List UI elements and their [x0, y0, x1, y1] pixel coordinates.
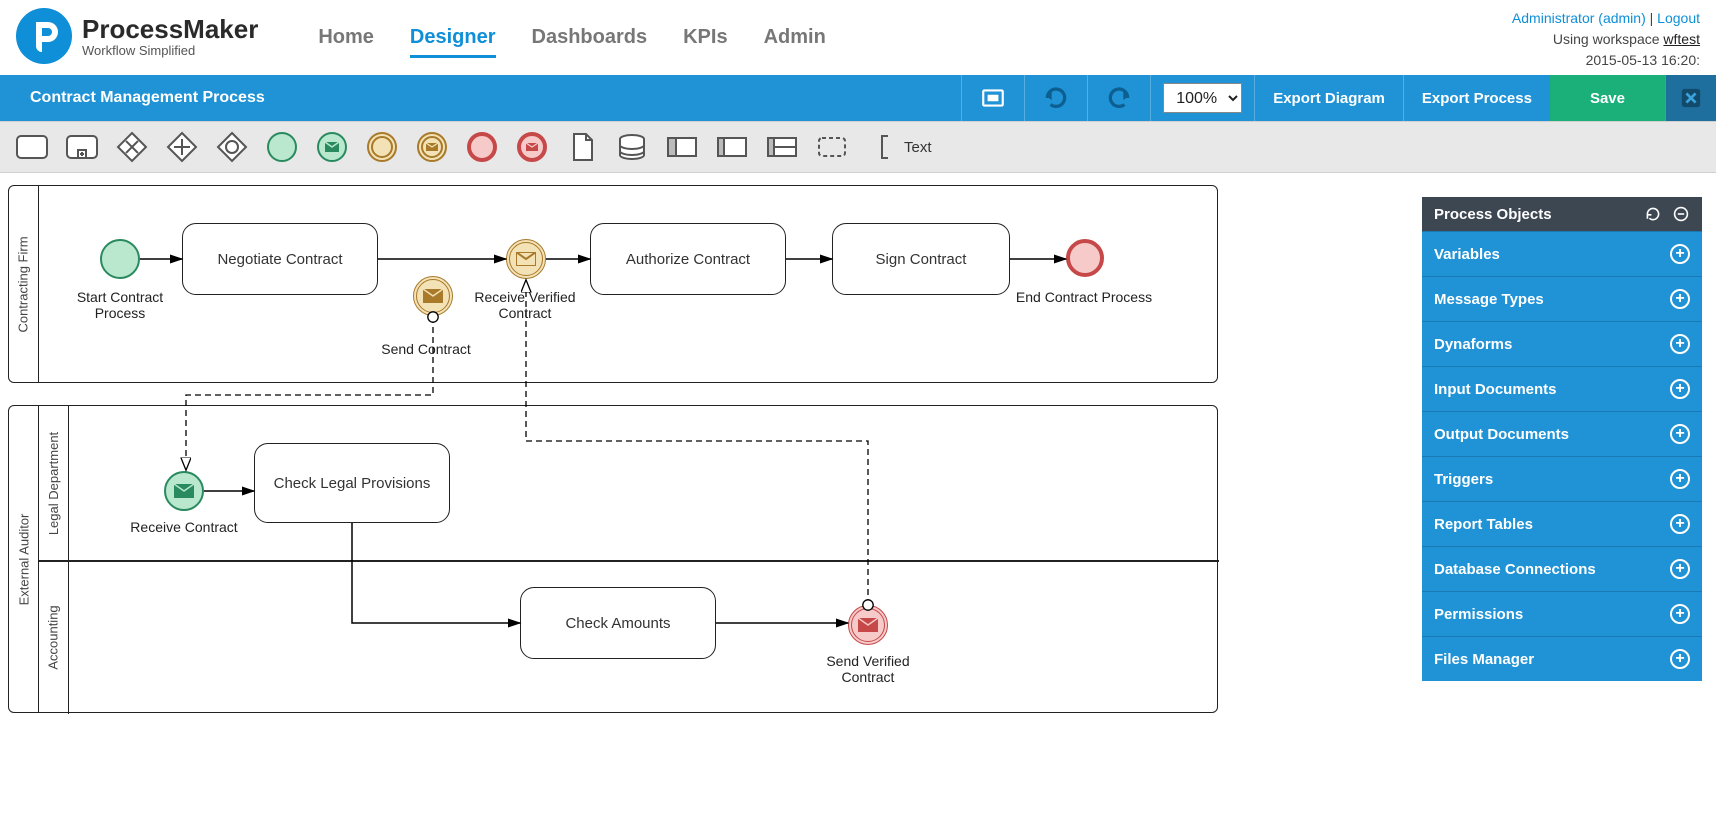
task-authorize-contract[interactable]: Authorize Contract — [590, 223, 786, 295]
export-process-button[interactable]: Export Process — [1403, 75, 1550, 121]
intermediate-receive-verified[interactable] — [506, 239, 546, 279]
header-right: Administrator (admin) | Logout Using wor… — [1512, 8, 1700, 71]
server-timestamp: 2015-05-13 16:20: — [1512, 50, 1700, 71]
receive-contract-label: Receive Contract — [114, 519, 254, 535]
brand-sub: Workflow Simplified — [82, 44, 258, 57]
blackbox-tool[interactable] — [764, 129, 800, 165]
sidebar-item-report-tables[interactable]: Report Tables+ — [1422, 501, 1702, 546]
end-message-send-verified[interactable] — [848, 605, 888, 645]
plus-icon[interactable]: + — [1670, 334, 1690, 354]
intermediate-message-event-tool[interactable] — [414, 129, 450, 165]
nav-item-admin[interactable]: Admin — [764, 26, 826, 58]
gateway-event-tool[interactable] — [214, 129, 250, 165]
save-button[interactable]: Save — [1550, 75, 1665, 121]
pool-label-external-auditor: External Auditor — [9, 406, 39, 712]
gateway-parallel-tool[interactable] — [164, 129, 200, 165]
brand-name: ProcessMaker — [82, 16, 258, 42]
pool-tool[interactable] — [664, 129, 700, 165]
group-tool[interactable] — [814, 129, 850, 165]
logo-area: ProcessMaker Workflow Simplified — [16, 8, 258, 64]
sidebar-item-message-types[interactable]: Message Types+ — [1422, 276, 1702, 321]
nav-item-designer[interactable]: Designer — [410, 26, 496, 58]
logout-link[interactable]: Logout — [1657, 10, 1700, 26]
task-tool[interactable] — [14, 129, 50, 165]
plus-icon[interactable]: + — [1670, 244, 1690, 264]
sidebar-item-input-documents[interactable]: Input Documents+ — [1422, 366, 1702, 411]
text-annotation-label: Text — [904, 139, 932, 156]
sidebar-item-variables[interactable]: Variables+ — [1422, 231, 1702, 276]
sidebar-item-database-connections[interactable]: Database Connections+ — [1422, 546, 1702, 591]
plus-icon[interactable]: + — [1670, 469, 1690, 489]
task-check-amounts[interactable]: Check Amounts — [520, 587, 716, 659]
brand-text: ProcessMaker Workflow Simplified — [82, 16, 258, 57]
panel-header: Process Objects — [1422, 197, 1702, 231]
current-user-link[interactable]: Administrator (admin) — [1512, 10, 1646, 26]
start-message-event-tool[interactable] — [314, 129, 350, 165]
plus-icon[interactable]: + — [1670, 379, 1690, 399]
workspace: Contracting Firm External Auditor Legal … — [0, 173, 1716, 793]
workspace-prefix: Using workspace — [1553, 31, 1660, 47]
pool-external-auditor[interactable]: External Auditor Legal Department Accoun… — [8, 405, 1218, 713]
close-designer-button[interactable] — [1665, 75, 1716, 121]
send-verified-label: Send Verified Contract — [798, 653, 938, 685]
text-annotation-tool[interactable]: Text — [864, 129, 936, 165]
sidebar-item-triggers[interactable]: Triggers+ — [1422, 456, 1702, 501]
plus-icon[interactable]: + — [1670, 424, 1690, 444]
panel-title: Process Objects — [1434, 206, 1552, 223]
top-nav: Home Designer Dashboards KPIs Admin — [318, 26, 825, 58]
start-message-receive-contract[interactable] — [164, 471, 204, 511]
fullscreen-button[interactable] — [961, 75, 1024, 121]
plus-icon[interactable]: + — [1670, 289, 1690, 309]
end-event[interactable] — [1066, 239, 1104, 277]
refresh-icon[interactable] — [1644, 205, 1662, 223]
sidebar-item-dynaforms[interactable]: Dynaforms+ — [1422, 321, 1702, 366]
end-message-event-tool[interactable] — [514, 129, 550, 165]
plus-icon[interactable]: + — [1670, 514, 1690, 534]
plus-icon[interactable]: + — [1670, 559, 1690, 579]
receive-verified-label: Receive Verified Contract — [470, 289, 580, 321]
sidebar-item-permissions[interactable]: Permissions+ — [1422, 591, 1702, 636]
nav-item-home[interactable]: Home — [318, 26, 374, 58]
plus-icon[interactable]: + — [1670, 604, 1690, 624]
task-check-legal[interactable]: Check Legal Provisions — [254, 443, 450, 523]
task-negotiate-contract[interactable]: Negotiate Contract — [182, 223, 378, 295]
bpmn-canvas[interactable]: Contracting Firm External Auditor Legal … — [0, 173, 1404, 793]
nav-item-kpis[interactable]: KPIs — [683, 26, 727, 58]
zoom-select[interactable]: 100% — [1163, 83, 1242, 113]
plus-icon[interactable]: + — [1670, 649, 1690, 669]
boundary-send-contract[interactable] — [413, 276, 453, 316]
user-sep: | — [1650, 10, 1654, 26]
start-event[interactable] — [100, 239, 140, 279]
send-contract-label: Send Contract — [366, 341, 486, 357]
end-event-tool[interactable] — [464, 129, 500, 165]
app-header: ProcessMaker Workflow Simplified Home De… — [0, 0, 1716, 75]
export-diagram-button[interactable]: Export Diagram — [1254, 75, 1403, 121]
subprocess-tool[interactable] — [64, 129, 100, 165]
data-object-tool[interactable] — [564, 129, 600, 165]
sidebar-item-output-documents[interactable]: Output Documents+ — [1422, 411, 1702, 456]
task-sign-contract[interactable]: Sign Contract — [832, 223, 1010, 295]
process-objects-panel: Process Objects Variables+ Message Types… — [1422, 197, 1702, 681]
lane-tool[interactable] — [714, 129, 750, 165]
lane-label-accounting: Accounting — [39, 560, 69, 714]
process-title: Contract Management Process — [0, 89, 770, 107]
zoom-control[interactable]: 100% — [1150, 75, 1254, 121]
sidebar-item-files-manager[interactable]: Files Manager+ — [1422, 636, 1702, 681]
undo-button[interactable] — [1024, 75, 1087, 121]
lane-label-legal: Legal Department — [39, 406, 69, 560]
end-event-label: End Contract Process — [1014, 289, 1154, 305]
data-store-tool[interactable] — [614, 129, 650, 165]
collapse-icon[interactable] — [1672, 205, 1690, 223]
workspace-link[interactable]: wftest — [1663, 31, 1700, 47]
process-toolbar: Contract Management Process 100% Export … — [0, 75, 1716, 121]
intermediate-event-tool[interactable] — [364, 129, 400, 165]
shape-toolbar: Text — [0, 121, 1716, 173]
gateway-exclusive-tool[interactable] — [114, 129, 150, 165]
logo-icon — [16, 8, 72, 64]
nav-item-dashboards[interactable]: Dashboards — [532, 26, 648, 58]
start-event-tool[interactable] — [264, 129, 300, 165]
start-event-label: Start Contract Process — [50, 289, 190, 321]
redo-button[interactable] — [1087, 75, 1150, 121]
